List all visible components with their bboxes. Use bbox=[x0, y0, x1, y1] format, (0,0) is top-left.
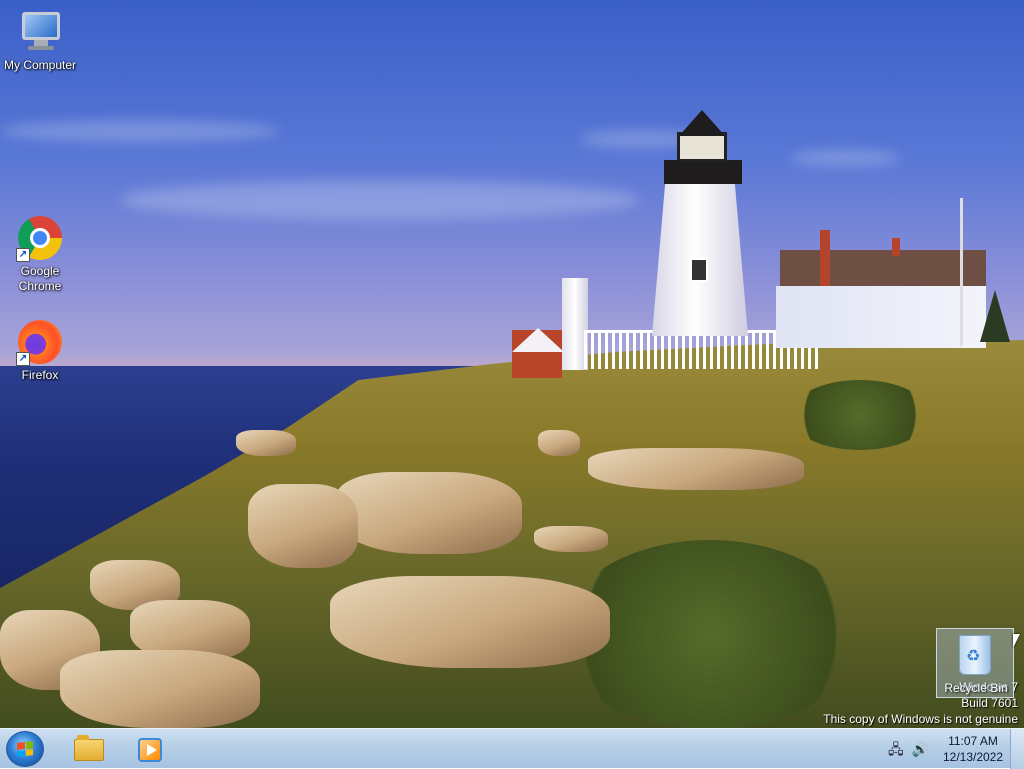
rock bbox=[236, 430, 296, 456]
start-button[interactable] bbox=[6, 731, 44, 767]
windows-build-text: Build 7601 bbox=[961, 696, 1018, 710]
rock bbox=[534, 526, 608, 552]
firefox-icon: ↗ bbox=[16, 318, 64, 366]
lighthouse-gallery bbox=[664, 160, 742, 184]
shrub bbox=[790, 380, 930, 450]
chimney bbox=[892, 238, 900, 256]
cloud bbox=[120, 180, 640, 220]
desktop-icon-label: My Computer bbox=[3, 58, 77, 72]
lighthouse-window bbox=[690, 258, 708, 282]
rock bbox=[248, 484, 358, 568]
not-genuine-notice: This copy of Windows is not genuine bbox=[823, 712, 1018, 726]
taskbar-clock[interactable]: 11:07 AM 12/13/2022 bbox=[938, 733, 1008, 765]
desktop-wallpaper[interactable]: My Computer ↗ Google Chrome ↗ Firefox Win… bbox=[0, 0, 1024, 728]
media-player-icon bbox=[138, 738, 162, 762]
rock bbox=[60, 650, 260, 728]
taskbar-windows-explorer[interactable] bbox=[60, 732, 114, 766]
folder-icon bbox=[74, 735, 104, 761]
desktop-icon-firefox[interactable]: ↗ Firefox bbox=[0, 318, 80, 383]
taskbar-media-player[interactable] bbox=[120, 732, 174, 766]
cloud bbox=[790, 150, 900, 166]
cloud bbox=[0, 120, 280, 142]
lighthouse-lamp bbox=[677, 132, 727, 162]
desktop-icon-recycle-bin[interactable]: Recycle Bin bbox=[936, 628, 1014, 698]
lighthouse-cap bbox=[679, 110, 725, 136]
rock bbox=[330, 576, 610, 668]
recycle-bin-icon bbox=[959, 635, 991, 675]
show-desktop-button[interactable] bbox=[1010, 729, 1024, 769]
keepers-house bbox=[776, 286, 986, 348]
notification-area: 🖧 🔊 bbox=[888, 739, 938, 759]
clock-time: 11:07 AM bbox=[948, 734, 998, 748]
chrome-icon: ↗ bbox=[16, 214, 64, 262]
rock bbox=[538, 430, 580, 456]
chimney bbox=[820, 230, 830, 286]
desktop-icon-label: Google Chrome bbox=[18, 264, 62, 293]
rock bbox=[336, 472, 522, 554]
flag-pole bbox=[960, 198, 963, 346]
windows-start-icon bbox=[17, 741, 33, 757]
desktop-icon-label: Recycle Bin bbox=[944, 681, 1008, 695]
taskbar: 🖧 🔊 11:07 AM 12/13/2022 bbox=[0, 728, 1024, 769]
mouse-cursor-icon bbox=[1013, 634, 1020, 648]
desktop-icon-google-chrome[interactable]: ↗ Google Chrome bbox=[0, 214, 80, 294]
shortcut-arrow-icon: ↗ bbox=[16, 352, 30, 366]
rock bbox=[588, 448, 804, 490]
computer-icon bbox=[16, 8, 64, 56]
desktop-icon-my-computer[interactable]: My Computer bbox=[0, 8, 80, 73]
volume-icon[interactable]: 🔊 bbox=[912, 741, 929, 757]
desktop-icon-label: Firefox bbox=[21, 368, 59, 382]
network-icon[interactable]: 🖧 bbox=[888, 741, 904, 757]
shortcut-arrow-icon: ↗ bbox=[16, 248, 30, 262]
clock-date: 12/13/2022 bbox=[942, 750, 1004, 764]
